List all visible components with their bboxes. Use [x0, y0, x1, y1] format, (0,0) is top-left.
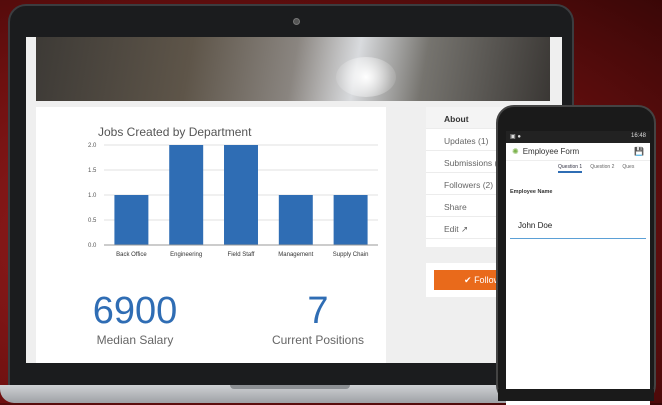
x-tick-label: Supply Chain [333, 252, 369, 258]
form-title: Employee Form [522, 147, 580, 156]
median-salary-value: 6900 [92, 290, 178, 332]
jobs-bar-chart: 0.0 0.5 1.0 1.5 2.0 Back Office Engineering Fie… [88, 143, 378, 258]
y-tick-label: 0.0 [88, 243, 97, 249]
chart-card: Jobs Created by Department 0.0 0.5 1.0 1.5 2… [36, 107, 386, 363]
tab-question-3[interactable]: Ques [622, 164, 634, 173]
external-link-icon: ↗ [461, 224, 469, 234]
bar [333, 195, 368, 245]
laptop-base [0, 385, 582, 403]
bar [224, 145, 258, 245]
current-positions-value: 7 [307, 290, 329, 332]
x-tick-label: Field Staff [228, 252, 255, 258]
tab-question-2[interactable]: Question 2 [590, 164, 614, 173]
phone-status-bar: ▣ ● 16:48 [506, 131, 650, 143]
y-tick-label: 1.5 [88, 168, 97, 174]
phone-device: ▣ ● 16:48 ✺ Employee Form 💾 Question 1 Q… [496, 105, 656, 405]
sidebar-item-label: Edit [444, 224, 459, 234]
x-tick-label: Management [278, 252, 313, 258]
bar [114, 195, 149, 245]
y-tick-label: 0.5 [88, 218, 97, 224]
median-salary-label: Median Salary [96, 333, 174, 347]
tab-question-1[interactable]: Question 1 [558, 164, 583, 173]
laptop-screen: Jobs Created by Department 0.0 0.5 1.0 1.5 2… [26, 37, 562, 363]
form-logo-icon: ✺ [512, 147, 519, 156]
phone-app-bar: ✺ Employee Form 💾 [506, 143, 650, 161]
sidebar-item-label: Followers (2) [444, 180, 494, 190]
x-tick-label: Engineering [170, 252, 202, 258]
phone-bottom-bezel [498, 389, 654, 401]
employee-name-input[interactable]: John Doe [510, 221, 646, 239]
save-icon[interactable]: 💾 [634, 147, 644, 156]
phone-screen: ▣ ● 16:48 ✺ Employee Form 💾 Question 1 Q… [506, 131, 650, 405]
employee-name-label: Employee Name [510, 189, 553, 195]
status-time: 16:48 [630, 133, 646, 139]
current-positions-label: Current Positions [271, 333, 365, 347]
sidebar-item-label: Share [444, 202, 467, 212]
check-icon: ✔ [464, 275, 472, 285]
sidebar-item-label: About [444, 114, 469, 124]
bar [169, 145, 204, 245]
notification-icons: ▣ ● [510, 134, 521, 140]
x-tick-label: Back Office [116, 252, 147, 258]
y-tick-label: 1.0 [88, 193, 97, 199]
laptop-notch [230, 385, 350, 389]
question-tabs: Question 1 Question 2 Ques [506, 161, 650, 173]
welding-spark-highlight [336, 57, 396, 97]
hero-banner-image [36, 37, 550, 101]
current-positions-stat: 7 Current Positions [258, 291, 378, 347]
camera-icon [293, 18, 300, 25]
bar [278, 195, 313, 245]
sidebar-item-label: Updates (1) [444, 136, 489, 146]
median-salary-stat: 6900 Median Salary [80, 291, 190, 347]
y-tick-label: 2.0 [88, 143, 97, 149]
